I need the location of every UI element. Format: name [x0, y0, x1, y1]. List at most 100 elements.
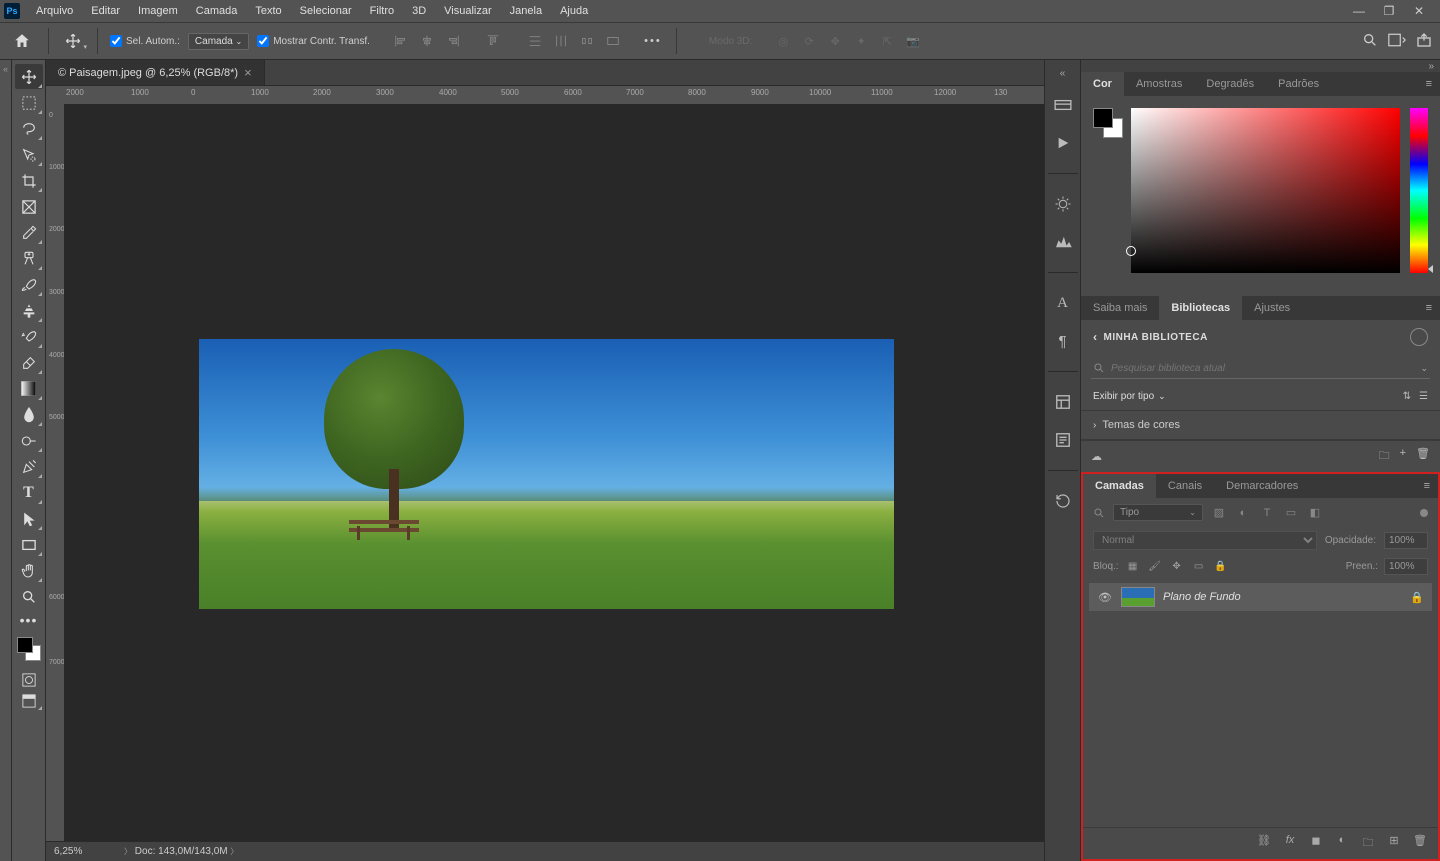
lock-artboard-icon[interactable]: ▭	[1191, 561, 1207, 572]
color-field-picker[interactable]	[1131, 108, 1400, 273]
library-share-avatar-icon[interactable]	[1410, 328, 1428, 346]
eraser-tool[interactable]	[15, 350, 43, 375]
histogram-icon[interactable]	[1051, 230, 1075, 254]
lock-position-icon[interactable]: ✥	[1169, 561, 1185, 572]
close-tab-icon[interactable]: ×	[244, 65, 252, 80]
library-search-input[interactable]	[1111, 363, 1414, 374]
quick-selection-tool[interactable]	[15, 142, 43, 167]
properties-icon[interactable]	[1051, 390, 1075, 414]
layer-fx-icon[interactable]: fx	[1282, 834, 1298, 853]
library-search-dropdown-icon[interactable]: ⌄	[1420, 363, 1428, 374]
timeline-icon[interactable]	[1051, 93, 1075, 117]
filter-type-icon[interactable]: T	[1259, 507, 1275, 519]
align-more-icon[interactable]: •••	[642, 30, 664, 52]
frame-tool[interactable]	[15, 194, 43, 219]
menu-texto[interactable]: Texto	[247, 2, 289, 20]
layer-lock-icon[interactable]: 🔒	[1410, 591, 1424, 604]
align-top-icon[interactable]	[482, 30, 504, 52]
ruler-horizontal[interactable]: 2000 1000 0 1000 2000 3000 4000 5000 600…	[46, 86, 1044, 104]
path-selection-tool[interactable]	[15, 506, 43, 531]
lasso-tool[interactable]	[15, 116, 43, 141]
layer-row-background[interactable]: 👁 Plano de Fundo 🔒	[1089, 583, 1432, 611]
library-filter-label[interactable]: Exibir por tipo	[1093, 391, 1154, 402]
actions-play-icon[interactable]	[1051, 131, 1075, 155]
tab-cor[interactable]: Cor	[1081, 72, 1124, 96]
menu-editar[interactable]: Editar	[83, 2, 128, 20]
tab-demarcadores[interactable]: Demarcadores	[1214, 474, 1310, 498]
clone-stamp-tool[interactable]	[15, 298, 43, 323]
new-layer-icon[interactable]: ⊞	[1386, 834, 1402, 853]
library-cloud-icon[interactable]: ☁	[1091, 450, 1102, 463]
edit-toolbar-icon[interactable]: •••	[15, 610, 43, 630]
tab-camadas[interactable]: Camadas	[1083, 474, 1156, 498]
type-tool[interactable]: T	[15, 480, 43, 505]
layer-visibility-icon[interactable]: 👁	[1097, 591, 1113, 604]
library-view-icon[interactable]: ☰	[1419, 391, 1428, 402]
auto-select-target-dropdown[interactable]: Camada ⌄	[188, 33, 249, 50]
brush-tool[interactable]	[15, 272, 43, 297]
opacity-input[interactable]: 100%	[1384, 532, 1428, 549]
gradient-tool[interactable]	[15, 376, 43, 401]
eyedropper-tool[interactable]	[15, 220, 43, 245]
document-tab[interactable]: © Paisagem.jpeg @ 6,25% (RGB/8*) ×	[46, 60, 265, 85]
move-tool[interactable]	[15, 64, 43, 89]
library-folder-icon[interactable]: 🗀	[1379, 447, 1390, 466]
share-icon[interactable]	[1416, 32, 1432, 51]
foreground-color-swatch[interactable]	[17, 637, 33, 653]
paragraph-icon[interactable]: ¶	[1051, 329, 1075, 353]
library-filter-dropdown-icon[interactable]: ⌄	[1158, 391, 1166, 402]
layer-thumbnail[interactable]	[1121, 587, 1155, 607]
close-button[interactable]: ✕	[1410, 4, 1428, 18]
filter-smart-icon[interactable]: ◧	[1307, 506, 1323, 519]
history-brush-tool[interactable]	[15, 324, 43, 349]
tab-saiba-mais[interactable]: Saiba mais	[1081, 296, 1159, 320]
healing-brush-tool[interactable]	[15, 246, 43, 271]
hue-slider-handle[interactable]	[1428, 265, 1433, 273]
tab-bibliotecas[interactable]: Bibliotecas	[1159, 296, 1242, 320]
rectangle-tool[interactable]	[15, 532, 43, 557]
marquee-tool[interactable]	[15, 90, 43, 115]
library-sort-icon[interactable]: ⇅	[1403, 391, 1411, 402]
fill-input[interactable]: 100%	[1384, 558, 1428, 575]
layer-name-label[interactable]: Plano de Fundo	[1163, 591, 1402, 603]
crop-tool[interactable]	[15, 168, 43, 193]
character-icon[interactable]: A	[1051, 291, 1075, 315]
zoom-tool[interactable]	[15, 584, 43, 609]
blur-tool[interactable]	[15, 402, 43, 427]
move-tool-icon[interactable]: ▾	[61, 29, 85, 53]
library-back-icon[interactable]: ‹	[1093, 330, 1098, 344]
zoom-level[interactable]: 6,25%	[54, 846, 104, 857]
dock-collapse-icon[interactable]: «	[1060, 68, 1066, 79]
canvas-viewport[interactable]	[64, 104, 1044, 841]
foreground-background-swatch[interactable]	[17, 637, 41, 661]
color-panel-swatches[interactable]	[1093, 108, 1121, 284]
library-add-icon[interactable]: +	[1400, 447, 1406, 466]
align-right-icon[interactable]	[442, 30, 464, 52]
workspace-switcher-icon[interactable]	[1388, 33, 1406, 50]
layer-filter-type-dropdown[interactable]: Tipo⌄	[1113, 504, 1203, 521]
menu-ajuda[interactable]: Ajuda	[552, 2, 596, 20]
doc-info-label[interactable]: 〉 Doc: 143,0M/143,0M 〉	[124, 846, 238, 857]
link-layers-icon[interactable]: ⛓	[1256, 834, 1272, 853]
library-section-temas[interactable]: › Temas de cores	[1081, 410, 1440, 440]
layer-mask-icon[interactable]: ◼	[1308, 834, 1324, 853]
lock-transparent-icon[interactable]: ▦	[1125, 561, 1141, 572]
menu-imagem[interactable]: Imagem	[130, 2, 186, 20]
show-transform-checkbox[interactable]: Mostrar Contr. Transf.	[257, 35, 370, 47]
menu-visualizar[interactable]: Visualizar	[436, 2, 500, 20]
blend-mode-dropdown[interactable]: Normal	[1093, 531, 1317, 550]
adjustment-layer-icon[interactable]: ◐	[1334, 834, 1350, 853]
menu-janela[interactable]: Janela	[502, 2, 550, 20]
align-hcenter-icon[interactable]	[416, 30, 438, 52]
search-icon[interactable]	[1362, 32, 1378, 51]
dodge-tool[interactable]	[15, 428, 43, 453]
tab-ajustes[interactable]: Ajustes	[1242, 296, 1302, 320]
align-left-icon[interactable]	[390, 30, 412, 52]
auto-select-checkbox[interactable]: Sel. Autom.:	[110, 35, 180, 47]
library-trash-icon[interactable]: 🗑	[1416, 447, 1430, 466]
lock-image-icon[interactable]: 🖌	[1147, 561, 1163, 572]
menu-filtro[interactable]: Filtro	[362, 2, 402, 20]
filter-adjustment-icon[interactable]: ◐	[1235, 507, 1251, 519]
hand-tool[interactable]	[15, 558, 43, 583]
filter-toggle-switch[interactable]	[1420, 509, 1428, 517]
